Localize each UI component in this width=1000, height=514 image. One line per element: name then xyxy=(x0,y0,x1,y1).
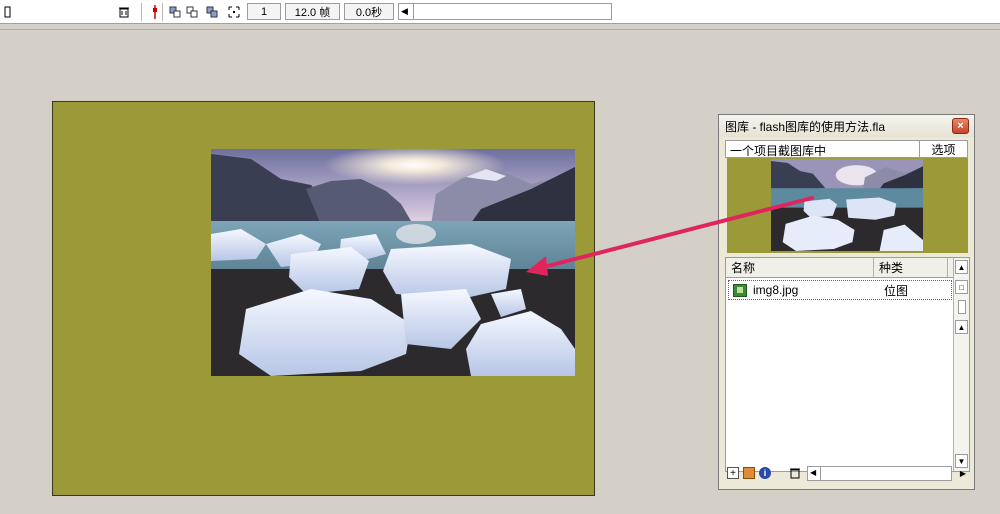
playhead-icon[interactable] xyxy=(147,3,163,20)
properties-icon[interactable]: i xyxy=(759,467,771,479)
library-title: 图库 - flash图库的使用方法.fla xyxy=(719,115,974,137)
trash-icon[interactable] xyxy=(116,3,132,20)
onion-skin-icon[interactable] xyxy=(184,3,200,20)
item-count: 一个项目截图库中 xyxy=(730,144,827,158)
delete-icon[interactable] xyxy=(789,467,801,479)
column-header-kind[interactable]: 种类 xyxy=(874,258,948,278)
frame-rate-field[interactable]: 12.0 帧 xyxy=(285,3,340,20)
scroll-right-icon[interactable]: ▶ xyxy=(957,467,969,479)
wide-state-icon[interactable]: □ xyxy=(955,280,968,294)
stage[interactable] xyxy=(52,101,595,496)
scroll-left-icon[interactable]: ◀ xyxy=(401,6,408,17)
library-vertical-scrollbar[interactable]: ▲ □ ▲ ▼ xyxy=(953,258,969,471)
center-frame-icon[interactable] xyxy=(167,3,183,20)
new-symbol-icon[interactable]: + xyxy=(727,467,739,479)
close-icon[interactable]: × xyxy=(952,118,969,134)
current-frame-field: 1 xyxy=(247,3,281,20)
new-folder-icon[interactable] xyxy=(743,467,755,479)
scroll-left-icon[interactable]: ◀ xyxy=(810,468,816,477)
narrow-state-icon[interactable] xyxy=(958,300,966,314)
annotation-arrow xyxy=(526,196,814,276)
edit-multiple-frames-icon[interactable] xyxy=(204,3,220,20)
timeline-toolbar: 1 12.0 帧 0.0秒 ◀ xyxy=(0,0,1000,24)
library-panel: 图库 - flash图库的使用方法.fla × 一个项目截图库中 选项 名称 种… xyxy=(718,114,975,490)
options-menu-button[interactable]: 选项 xyxy=(919,140,967,158)
layer-icon[interactable] xyxy=(0,3,16,20)
library-header: 一个项目截图库中 选项 xyxy=(725,140,968,158)
library-bottom-bar: + i ◀ ▶ xyxy=(725,465,970,483)
elapsed-time-field: 0.0秒 xyxy=(344,3,394,20)
library-horizontal-scrollbar[interactable]: ◀ xyxy=(807,466,952,481)
scroll-up-icon[interactable]: ▲ xyxy=(955,320,968,334)
item-kind: 位图 xyxy=(884,283,909,298)
modify-markers-icon[interactable] xyxy=(226,3,242,20)
timeline-horizontal-scrollbar[interactable]: ◀ xyxy=(398,3,612,20)
sort-order-icon[interactable]: ▲ xyxy=(955,260,968,274)
